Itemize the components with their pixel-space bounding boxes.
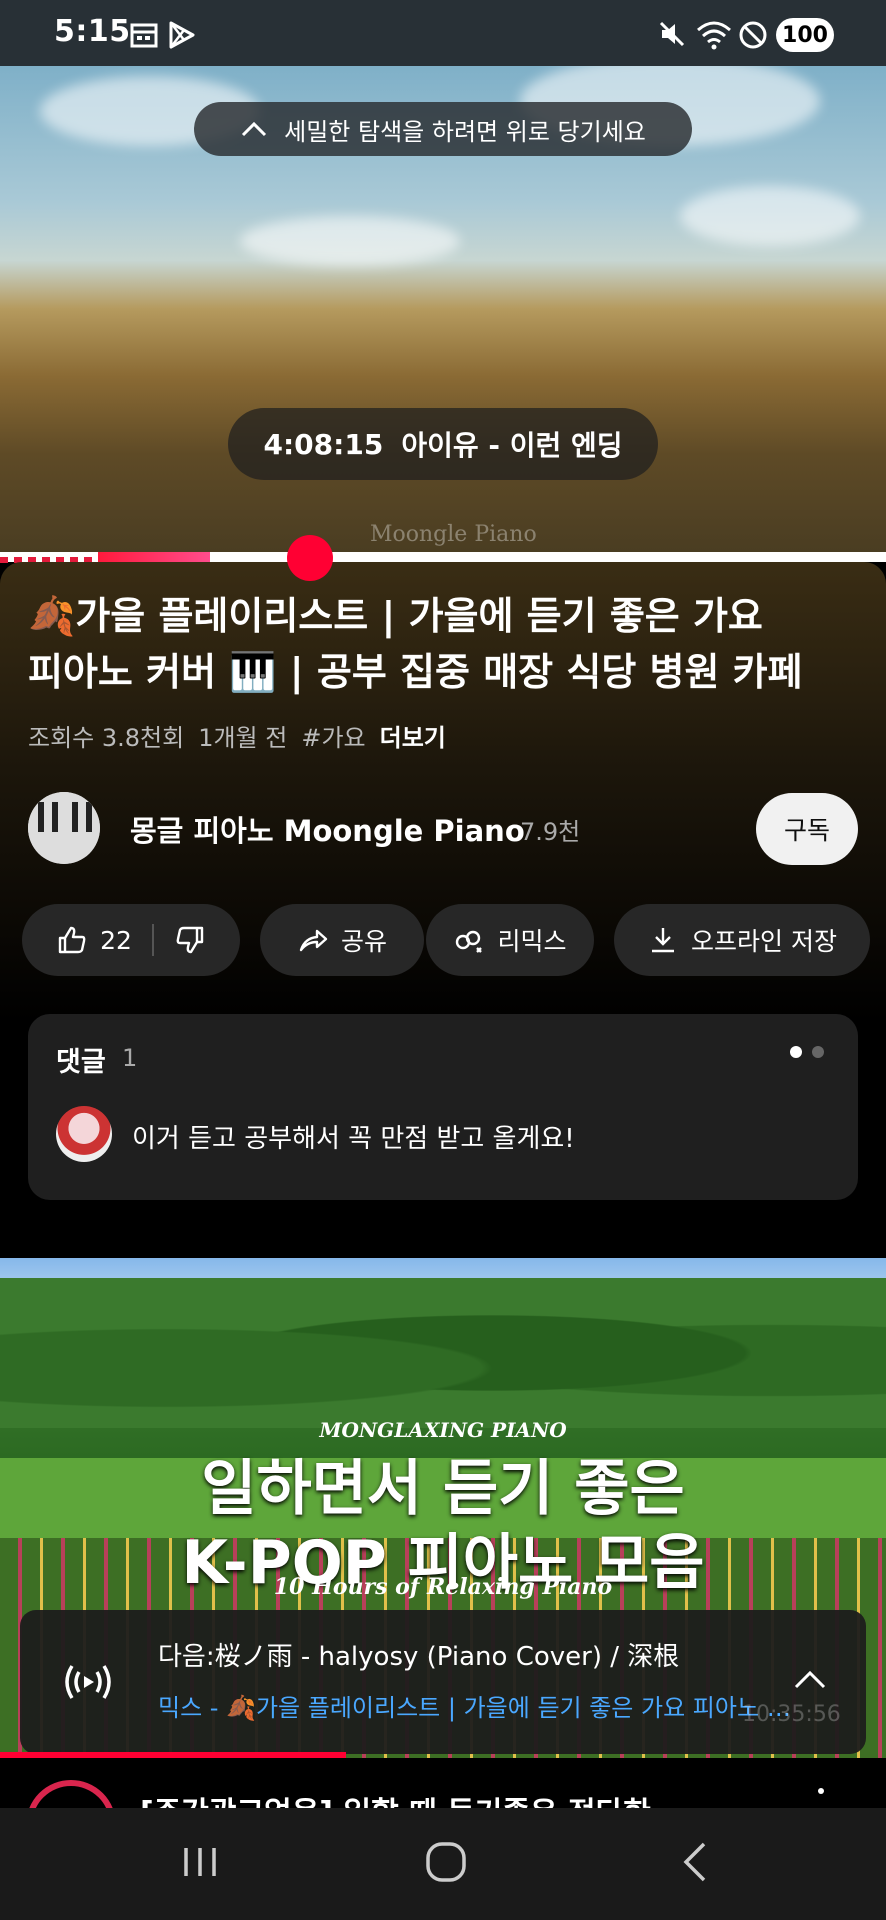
like-count: 22 bbox=[100, 925, 132, 955]
cloud-decor bbox=[680, 186, 860, 246]
hashtag[interactable]: #가요 bbox=[301, 718, 365, 753]
video-title-line1: 🍂가을 플레이리스트 | 가을에 듣기 좋은 가요 bbox=[28, 594, 763, 638]
mix-playlist-name: 믹스 - 🍂가을 플레이리스트 | 가을에 듣기 좋은 가요 피아노 커버 bbox=[158, 1694, 798, 1722]
seek-preview: 4:08:15 아이유 - 이런 엔딩 bbox=[228, 408, 658, 480]
chevron-up-icon bbox=[242, 121, 267, 137]
up-next-bar[interactable]: 다음:桜ノ雨 - halyosy (Piano Cover) / 深根 믹스 -… bbox=[20, 1610, 866, 1754]
video-title-line2: 피아노 커버 🎹 | 공부 집중 매장 식당 병원 카페 bbox=[28, 650, 803, 694]
video-watermark: Moongle Piano bbox=[370, 522, 537, 547]
view-count: 조회수 3.8천회 bbox=[28, 724, 185, 752]
calendar-icon bbox=[130, 23, 158, 48]
mute-icon bbox=[659, 21, 685, 47]
battery-indicator: 100 bbox=[776, 18, 834, 52]
commenter-avatar bbox=[56, 1106, 112, 1162]
trees-decor bbox=[0, 1278, 886, 1428]
chevron-up-icon[interactable] bbox=[790, 1660, 830, 1700]
like-divider bbox=[151, 924, 154, 956]
channel-name[interactable]: 몽글 피아노 Moongle Piano bbox=[130, 808, 525, 850]
share-icon bbox=[299, 929, 328, 952]
live-avatar-ring bbox=[26, 1780, 116, 1808]
pager-dot bbox=[812, 1046, 824, 1058]
more-link[interactable]: 더보기 bbox=[380, 718, 446, 753]
status-time: 5:15 bbox=[54, 14, 131, 49]
like-dislike-button[interactable]: 22 bbox=[22, 904, 240, 976]
comments-card[interactable]: 댓글 1 이거 듣고 공부해서 꼭 만점 받고 올게요! bbox=[28, 1014, 858, 1200]
video-title[interactable]: 🍂가을 플레이리스트 | 가을에 듣기 좋은 가요 피아노 커버 🎹 | 공부 … bbox=[28, 588, 858, 700]
home-icon[interactable] bbox=[424, 1840, 468, 1884]
duration-overlay: 10:35:56 bbox=[742, 1702, 841, 1727]
download-button[interactable]: 오프라인 저장 bbox=[614, 904, 870, 976]
download-icon bbox=[652, 928, 675, 953]
recents-icon[interactable] bbox=[180, 1842, 220, 1882]
play-store-icon bbox=[169, 21, 195, 49]
more-options-icon[interactable] bbox=[818, 1788, 824, 1794]
channel-avatar[interactable] bbox=[28, 792, 100, 864]
video-meta[interactable]: 조회수 3.8천회 1개월 전 #가요 더보기 bbox=[28, 718, 446, 753]
cloud-decor bbox=[240, 216, 460, 266]
piano-keys-icon bbox=[28, 792, 100, 864]
share-label: 공유 bbox=[340, 927, 387, 956]
chapter-title: 아이유 - 이런 엔딩 bbox=[401, 429, 623, 462]
next-list-item[interactable]: [주간광고없음] 일할 때 듣기좋은 정다한 bbox=[0, 1758, 886, 1808]
top-comment-text: 이거 듣고 공부해서 꼭 만점 받고 올게요! bbox=[132, 1124, 575, 1154]
progress-played bbox=[98, 552, 210, 562]
subscribe-button[interactable]: 구독 bbox=[756, 793, 858, 865]
share-button[interactable]: 공유 bbox=[260, 904, 424, 976]
progress-scrubber[interactable] bbox=[287, 535, 333, 581]
back-icon[interactable] bbox=[678, 1840, 712, 1884]
system-nav-bar bbox=[0, 1808, 886, 1920]
thumbs-down-icon[interactable] bbox=[174, 924, 206, 956]
pull-up-hint[interactable]: 세밀한 탐색을 하려면 위로 당기세요 bbox=[194, 102, 692, 156]
thumb-brand: MONGLAXING PIANO bbox=[319, 1418, 567, 1442]
thumb-subtitle: 10 Hours of Relaxing Piano bbox=[273, 1574, 613, 1600]
pull-up-hint-text: 세밀한 탐색을 하려면 위로 당기세요 bbox=[284, 117, 646, 146]
subscriber-count: 7.9천 bbox=[520, 818, 581, 846]
mix-radio-icon bbox=[65, 1665, 111, 1699]
up-next-title: 다음:桜ノ雨 - halyosy (Piano Cover) / 深根 bbox=[158, 1642, 680, 1672]
upload-age: 1개월 전 bbox=[198, 724, 288, 752]
thumbs-up-icon[interactable] bbox=[56, 924, 88, 956]
status-bar: 5:15 100 bbox=[0, 0, 886, 66]
download-label: 오프라인 저장 bbox=[691, 927, 837, 956]
next-item-title: [주간광고없음] 일할 때 듣기좋은 정다한 bbox=[140, 1788, 651, 1808]
seek-time: 4:08:15 bbox=[263, 427, 384, 461]
comments-count: 1 bbox=[122, 1044, 138, 1072]
wifi-icon bbox=[697, 21, 731, 50]
remix-label: 리믹스 bbox=[497, 927, 567, 956]
pager-dot-active bbox=[790, 1046, 802, 1058]
remix-icon bbox=[456, 930, 483, 953]
dnd-icon bbox=[739, 21, 767, 49]
remix-button[interactable]: 리믹스 bbox=[426, 904, 594, 976]
comments-header: 댓글 bbox=[56, 1047, 106, 1078]
